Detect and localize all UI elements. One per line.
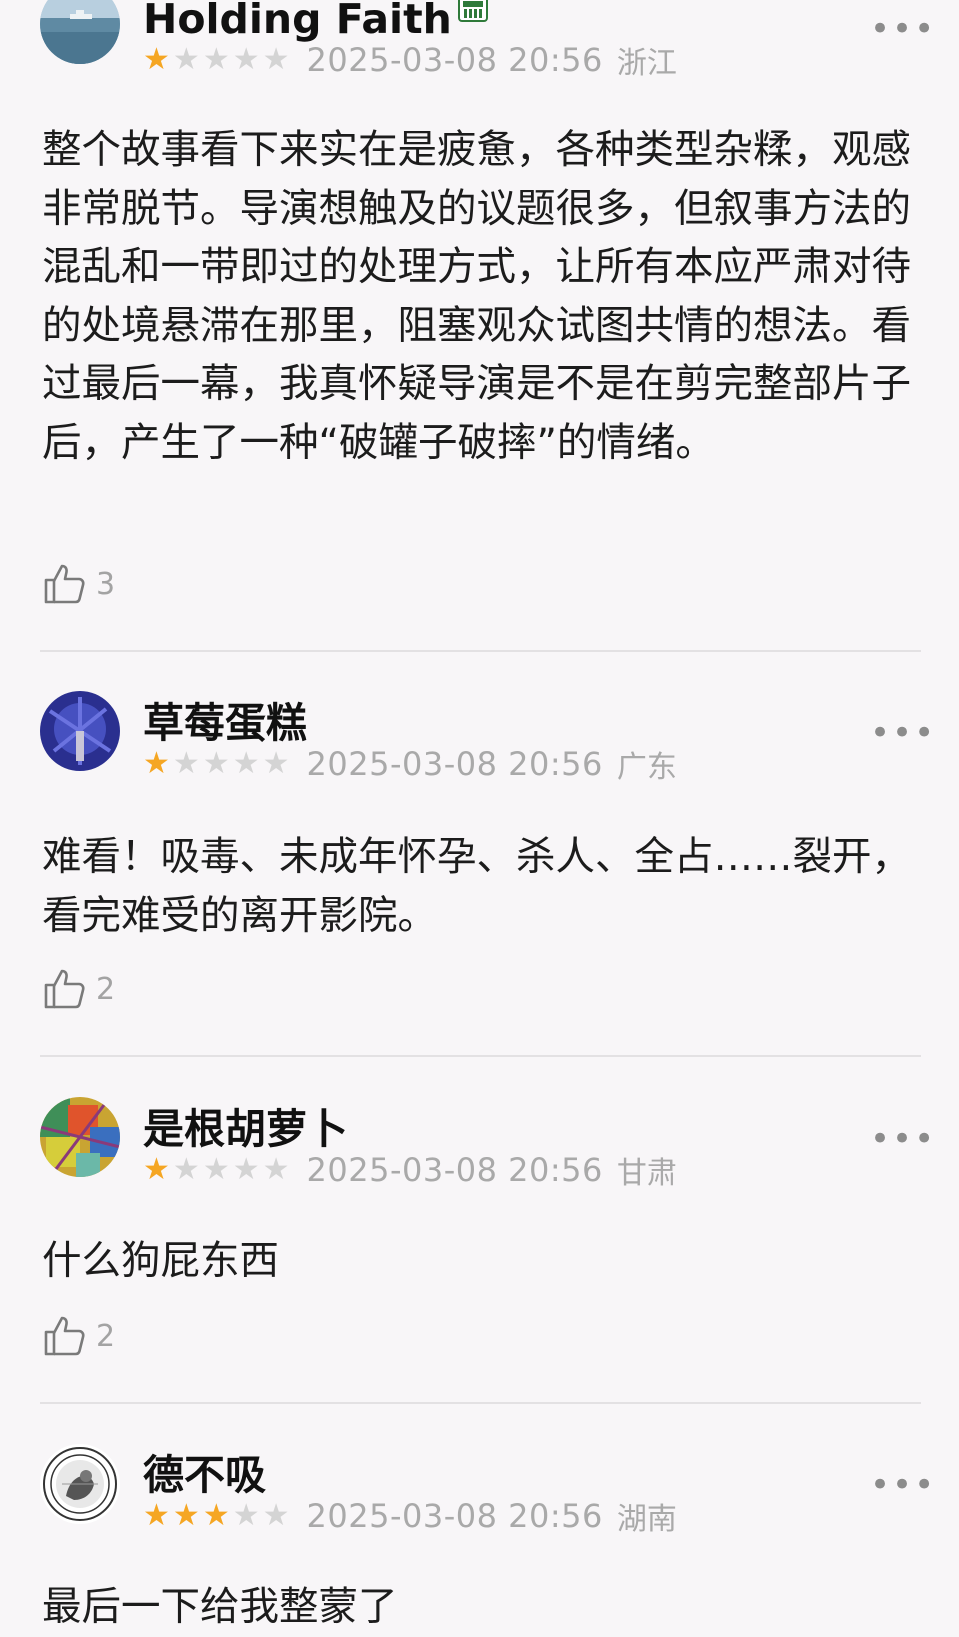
star-icon: ★	[262, 42, 290, 77]
star-icon: ★	[143, 1498, 170, 1533]
star-icon: ★	[172, 746, 200, 781]
review-text: 整个故事看下来实在是疲惫，各种类型杂糅，观感非常脱节。导演想触及的议题很多，但叙…	[42, 127, 911, 466]
star-icon: ★	[232, 1498, 260, 1533]
review-text: 难看！吸毒、未成年怀孕、杀人、全占……裂开，看完难受的离开影院。	[42, 834, 911, 939]
thumbs-up-icon	[44, 564, 85, 604]
more-dots-icon[interactable]: •••	[870, 12, 936, 46]
review-time: 2025-03-08 20:56	[306, 1151, 603, 1189]
more-dots-icon[interactable]: •••	[870, 1468, 936, 1502]
rating-stars: ★ ★ ★ ★ ★	[143, 749, 293, 779]
avatar[interactable]	[40, 691, 120, 771]
avatar[interactable]	[40, 1444, 120, 1524]
star-icon: ★	[262, 1498, 290, 1533]
star-icon: ★	[262, 1152, 290, 1187]
star-icon: ★	[172, 1152, 200, 1187]
like-count: 3	[96, 566, 116, 602]
review-meta: ★ ★ ★ ★ ★ 2025-03-08 20:56 湖南	[143, 1497, 677, 1537]
star-icon: ★	[262, 746, 290, 781]
star-icon: ★	[172, 1498, 200, 1533]
username[interactable]: 德不吸	[143, 1452, 266, 1498]
review-location: 湖南	[616, 1502, 677, 1537]
rating-stars: ★ ★ ★ ★ ★	[143, 1155, 293, 1185]
like-button[interactable]: 2	[42, 1314, 115, 1358]
divider	[40, 1055, 921, 1057]
review-location: 广东	[616, 750, 677, 785]
star-icon: ★	[232, 746, 260, 781]
review-location: 甘肃	[616, 1156, 677, 1191]
username[interactable]: Holding Faith	[143, 0, 452, 43]
like-button[interactable]: 3	[42, 562, 115, 606]
star-icon: ★	[143, 42, 170, 77]
review-time: 2025-03-08 20:56	[306, 1497, 603, 1535]
avatar[interactable]	[40, 0, 120, 64]
review-time: 2025-03-08 20:56	[306, 745, 603, 783]
member-badge-icon	[457, 0, 488, 22]
review-meta: ★ ★ ★ ★ ★ 2025-03-08 20:56 浙江	[143, 41, 677, 81]
divider	[40, 650, 921, 652]
star-icon: ★	[202, 1152, 230, 1187]
like-button[interactable]: 2	[42, 967, 115, 1011]
username[interactable]: 草莓蛋糕	[143, 700, 307, 746]
star-icon: ★	[172, 42, 200, 77]
rating-stars: ★ ★ ★ ★ ★	[143, 1501, 293, 1531]
avatar[interactable]	[40, 1097, 120, 1177]
star-icon: ★	[202, 42, 230, 77]
star-icon: ★	[232, 1152, 260, 1187]
like-count: 2	[96, 1318, 116, 1354]
star-icon: ★	[202, 746, 230, 781]
star-icon: ★	[202, 1498, 230, 1533]
review-meta: ★ ★ ★ ★ ★ 2025-03-08 20:56 甘肃	[143, 1151, 677, 1191]
like-count: 2	[96, 971, 116, 1007]
star-icon: ★	[143, 746, 170, 781]
review-location: 浙江	[616, 46, 677, 81]
review-time: 2025-03-08 20:56	[306, 41, 603, 79]
username[interactable]: 是根胡萝卜	[143, 1106, 348, 1152]
thumbs-up-icon	[44, 1316, 85, 1356]
review-text: 最后一下给我整蒙了	[42, 1584, 398, 1630]
review-meta: ★ ★ ★ ★ ★ 2025-03-08 20:56 广东	[143, 745, 677, 785]
star-icon: ★	[232, 42, 260, 77]
more-dots-icon[interactable]: •••	[870, 716, 936, 750]
rating-stars: ★ ★ ★ ★ ★	[143, 45, 293, 75]
review-text: 什么狗屁东西	[42, 1238, 279, 1284]
divider	[40, 1402, 921, 1404]
thumbs-up-icon	[44, 969, 85, 1009]
star-icon: ★	[143, 1152, 170, 1187]
more-dots-icon[interactable]: •••	[870, 1122, 936, 1156]
